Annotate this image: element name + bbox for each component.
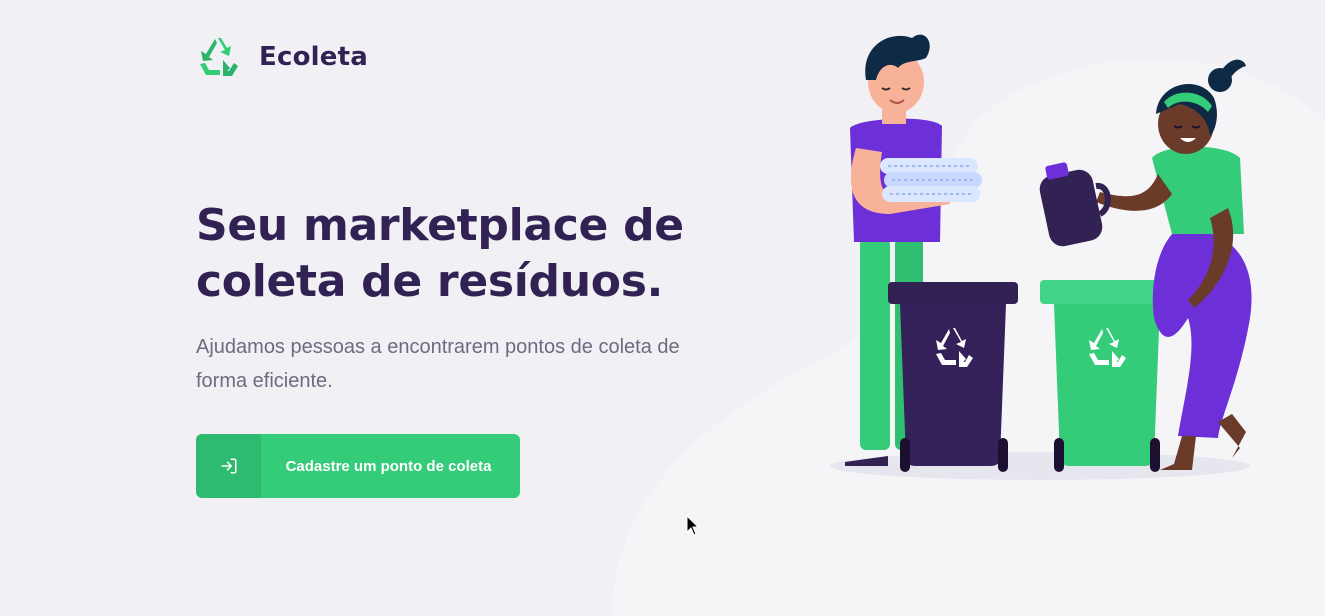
app-name: Ecoleta bbox=[259, 42, 368, 72]
register-collection-point-button[interactable]: Cadastre um ponto de coleta bbox=[196, 434, 520, 498]
hero-title: Seu marketplace de coleta de resíduos. bbox=[196, 200, 684, 307]
hero-subtitle: Ajudamos pessoas a encontrarem pontos de… bbox=[196, 336, 680, 392]
mouse-cursor bbox=[686, 515, 700, 536]
recycle-icon bbox=[200, 38, 238, 76]
log-in-icon bbox=[221, 458, 236, 474]
cta-label: Cadastre um ponto de coleta bbox=[285, 457, 492, 475]
recycling-people-illustration bbox=[830, 34, 1252, 480]
cta-icon-container bbox=[196, 434, 261, 498]
app-logo[interactable]: Ecoleta bbox=[196, 36, 368, 78]
